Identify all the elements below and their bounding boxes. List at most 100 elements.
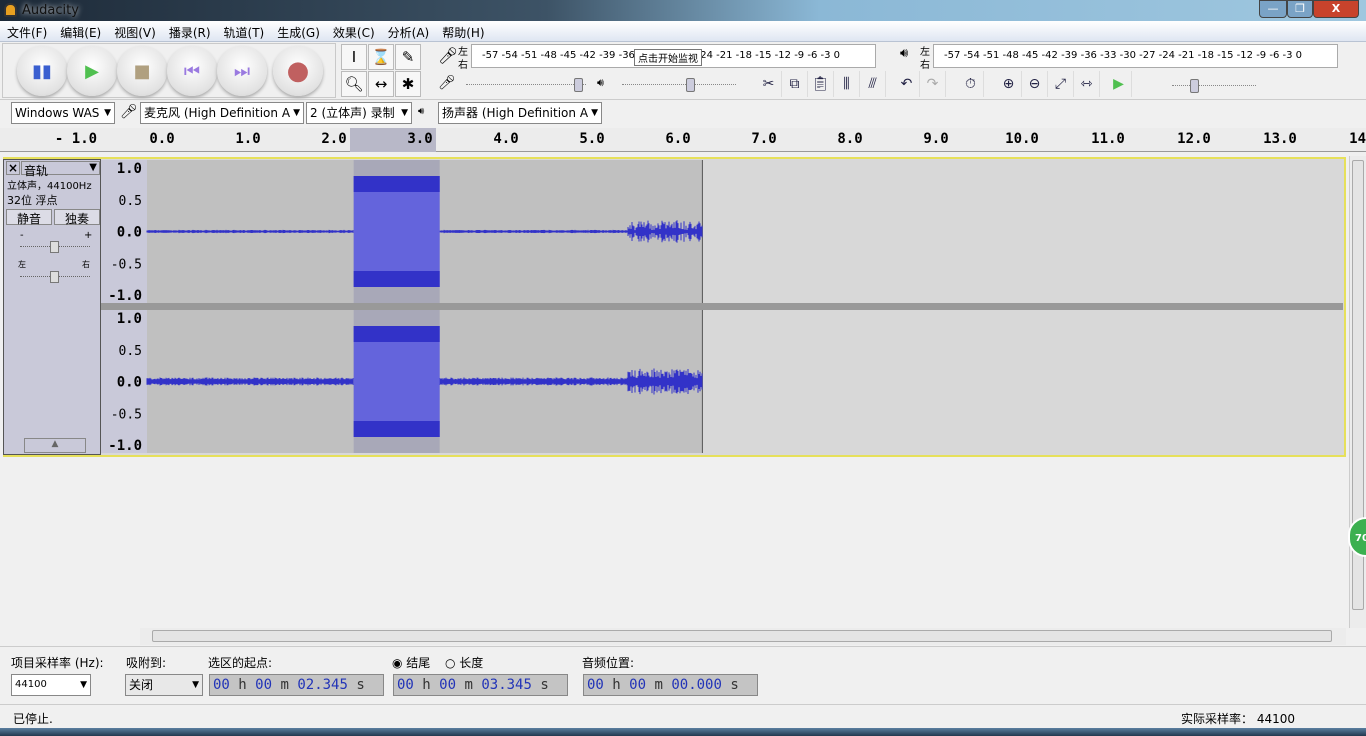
gain-plus-label: + bbox=[84, 230, 92, 241]
slider-thumb[interactable] bbox=[1190, 79, 1199, 93]
ruler-tick-label: 4.0 bbox=[493, 131, 518, 147]
selection-start-label: 选区的起点: bbox=[208, 654, 272, 671]
selection-start-clock[interactable]: 00 h 00 m 02.345 s bbox=[209, 674, 384, 696]
end-radio[interactable]: ◉ 结尾 bbox=[392, 654, 430, 671]
selected-waveform bbox=[354, 176, 440, 287]
minimize-button[interactable]: — bbox=[1259, 0, 1287, 18]
play-at-speed-icon[interactable]: ▶ bbox=[1106, 71, 1132, 97]
stop-button[interactable]: ■ bbox=[117, 46, 167, 96]
status-text: 已停止. bbox=[13, 710, 53, 727]
status-bar: 已停止. 实际采样率： 44100 bbox=[0, 704, 1366, 728]
menu-transport[interactable]: 播录(R) bbox=[162, 21, 217, 41]
close-button[interactable]: X bbox=[1313, 0, 1359, 18]
scroll-thumb[interactable] bbox=[152, 630, 1332, 642]
recording-volume-slider[interactable] bbox=[466, 84, 586, 85]
slider-thumb[interactable] bbox=[50, 241, 59, 253]
gain-minus-label: - bbox=[20, 230, 24, 241]
record-button[interactable]: ● bbox=[273, 46, 323, 96]
audio-position-label: 音频位置: bbox=[582, 654, 634, 671]
skip-start-button[interactable]: ⏮ bbox=[167, 46, 217, 96]
menu-effect[interactable]: 效果(C) bbox=[326, 21, 381, 41]
ruler-tick-label: 5.0 bbox=[579, 131, 604, 147]
fit-project-icon[interactable]: ⇿ bbox=[1074, 71, 1100, 97]
empty-area bbox=[702, 160, 1343, 303]
trim-icon[interactable]: ⫼ bbox=[834, 71, 860, 97]
menu-tracks[interactable]: 轨道(T) bbox=[217, 21, 271, 41]
collapse-track-button[interactable]: ▲ bbox=[24, 438, 86, 453]
menu-help[interactable]: 帮助(H) bbox=[435, 21, 490, 41]
recording-device-select[interactable]: 麦克风 (High Definition A ▼ bbox=[140, 102, 304, 124]
fit-selection-icon[interactable]: ⤢ bbox=[1048, 71, 1074, 97]
unit: m bbox=[654, 677, 662, 693]
actual-rate: 实际采样率： 44100 bbox=[1181, 710, 1295, 727]
unit: s bbox=[730, 677, 738, 693]
chevron-down-icon: ▼ bbox=[89, 162, 97, 173]
pause-button[interactable]: ▮▮ bbox=[17, 46, 67, 96]
slider-thumb[interactable] bbox=[686, 78, 695, 92]
channels-select[interactable]: 2 (立体声) 录制 ▼ bbox=[306, 102, 412, 124]
vertical-scrollbar[interactable] bbox=[1349, 156, 1366, 628]
track-close-button[interactable]: × bbox=[6, 161, 20, 175]
solo-button[interactable]: 独奏 bbox=[54, 209, 100, 225]
silence-icon[interactable]: ⫻ bbox=[860, 71, 886, 97]
copy-icon[interactable]: ⧉ bbox=[782, 71, 808, 97]
waveform-display[interactable]: 1.0 0.5 0.0 -0.5 -1.0 1.0 0.5 0.0 -0.5 -1.0 bbox=[101, 159, 1343, 455]
playback-meter[interactable]: -57 -54 -51 -48 -45 -42 -39 -36 -33 -30 … bbox=[933, 44, 1338, 68]
playback-device-select[interactable]: 扬声器 (High Definition A ▼ bbox=[438, 102, 602, 124]
pan-slider[interactable] bbox=[20, 276, 90, 277]
selection-end-clock[interactable]: 00 h 00 m 03.345 s bbox=[393, 674, 568, 696]
skip-end-button[interactable]: ⏭ bbox=[217, 46, 267, 96]
maximize-button[interactable]: ❐ bbox=[1287, 0, 1313, 18]
menu-edit[interactable]: 编辑(E) bbox=[53, 21, 107, 41]
track-control-panel: × 音轨 ▼ 立体声，44100Hz 32位 浮点 静音 独奏 - + 左 右 … bbox=[3, 159, 101, 455]
horizontal-scrollbar[interactable] bbox=[140, 628, 1346, 645]
timeshift-tool-icon[interactable]: ↔ bbox=[368, 71, 394, 97]
slider-thumb[interactable] bbox=[574, 78, 583, 92]
taskbar bbox=[0, 728, 1366, 736]
zoom-tool-icon[interactable]: 🔍︎ bbox=[341, 71, 367, 97]
playback-device-value: 扬声器 (High Definition A bbox=[442, 106, 588, 120]
minutes: 00 bbox=[629, 677, 646, 693]
selection-tool-icon[interactable]: I bbox=[341, 44, 367, 70]
pan-left-label: 左 bbox=[18, 259, 26, 270]
timeline-ruler[interactable]: - 1.0 0.0 1.0 2.0 3.0 4.0 5.0 6.0 7.0 8.0 9.0 10.0 1… bbox=[0, 128, 1366, 152]
hours: 00 bbox=[587, 677, 604, 693]
chevron-down-icon: ▼ bbox=[104, 103, 111, 123]
cut-icon[interactable]: ✂ bbox=[756, 71, 782, 97]
zoom-out-icon[interactable]: ⊖ bbox=[1022, 71, 1048, 97]
speaker-icon: 🔊︎ bbox=[900, 46, 908, 61]
zoom-in-icon[interactable]: ⊕ bbox=[996, 71, 1022, 97]
menu-file[interactable]: 文件(F) bbox=[0, 21, 53, 41]
track-name-menu[interactable]: 音轨 ▼ bbox=[21, 161, 100, 175]
snap-select[interactable]: 关闭 ▼ bbox=[125, 674, 203, 696]
audio-host-select[interactable]: Windows WAS ▼ bbox=[11, 102, 115, 124]
length-radio[interactable]: ○ 长度 bbox=[445, 654, 483, 671]
gain-slider[interactable] bbox=[20, 246, 90, 247]
menu-view[interactable]: 视图(V) bbox=[107, 21, 162, 41]
play-speed-slider[interactable] bbox=[1172, 85, 1256, 86]
play-button[interactable]: ▶ bbox=[67, 46, 117, 96]
slider-thumb[interactable] bbox=[50, 271, 59, 283]
draw-tool-icon[interactable]: ✎ bbox=[395, 44, 421, 70]
paste-icon[interactable]: 📋︎ bbox=[808, 71, 834, 97]
playback-volume-slider[interactable] bbox=[622, 84, 736, 85]
multi-tool-icon[interactable]: ✱ bbox=[395, 71, 421, 97]
mute-button[interactable]: 静音 bbox=[6, 209, 52, 225]
transport-toolbar: ▮▮ ▶ ■ ⏮ ⏭ ● bbox=[2, 43, 336, 98]
undo-icon[interactable]: ↶ bbox=[894, 71, 920, 97]
chevron-down-icon: ▼ bbox=[591, 103, 598, 123]
sync-lock-icon[interactable]: ⏱ bbox=[958, 71, 984, 97]
play-right-label: 右 bbox=[920, 56, 930, 71]
envelope-tool-icon[interactable]: ⌛ bbox=[368, 44, 394, 70]
y-tick-label: 1.0 bbox=[117, 311, 142, 327]
ruler-tick-label: 1.0 bbox=[235, 131, 260, 147]
ruler-tick-label: 14.0 bbox=[1349, 131, 1366, 147]
audio-position-clock[interactable]: 00 h 00 m 00.000 s bbox=[583, 674, 758, 696]
ruler-tick-label: 0.0 bbox=[149, 131, 174, 147]
redo-icon[interactable]: ↷ bbox=[920, 71, 946, 97]
mixer-toolbar: 🎤︎ 🔊︎ bbox=[434, 71, 754, 98]
project-rate-select[interactable]: 44100 ▼ bbox=[11, 674, 91, 696]
menu-generate[interactable]: 生成(G) bbox=[270, 21, 326, 41]
mic-volume-icon: 🎤︎ bbox=[438, 75, 456, 91]
menu-analyze[interactable]: 分析(A) bbox=[381, 21, 436, 41]
